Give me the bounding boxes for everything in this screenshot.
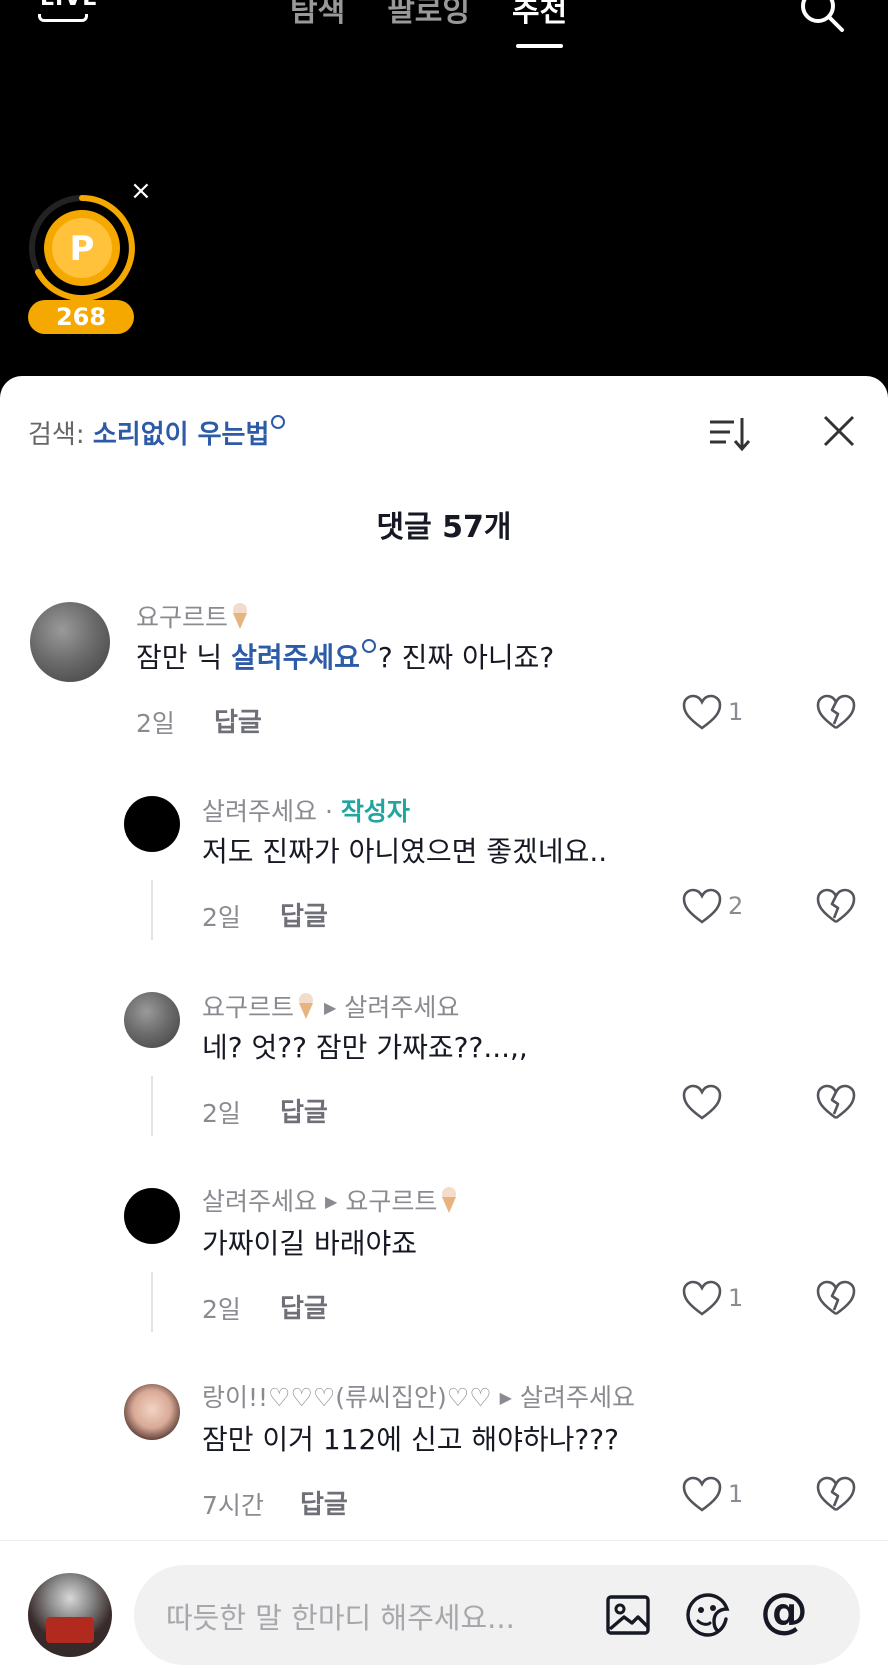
mention-icon[interactable]: @ [760,1581,812,1639]
coin-reward-widget[interactable]: × P 268 [26,178,156,358]
like-count: 2 [728,892,744,920]
sort-icon[interactable] [708,414,752,454]
comment-time: 2일 [202,903,241,932]
thread-line [151,1272,153,1332]
related-search-keyword[interactable]: 소리없이 우는법 [93,420,270,450]
username-text: 살려주세요 [202,1187,318,1216]
heart-icon[interactable] [682,1476,722,1514]
reply-to-username[interactable]: 살려주세요 [344,993,459,1022]
username-separator: · [317,797,341,826]
comment-text: 잠만 닉 살려주세요 ? 진짜 아니죠? [136,636,554,676]
broken-heart-icon[interactable] [816,1280,856,1318]
broken-heart-icon[interactable] [816,694,856,732]
live-tv-frame [38,14,88,22]
reply-to-username[interactable]: 요구르트 [345,1187,437,1216]
tab-explore[interactable]: 탐색 [290,0,345,30]
comment-text: 저도 진짜가 아니였으면 좋겠네요.. [202,835,608,868]
tab-following[interactable]: 팔로잉 [387,0,470,30]
reply-button[interactable]: 답글 [280,1092,328,1129]
reply-to-username[interactable]: 살려주세요 [520,1383,635,1412]
reply-arrow-icon: ▶ [325,1192,338,1211]
username-text: 살려주세요 [202,797,318,826]
username-text: 요구르트 [202,993,295,1022]
comment-count-title: 댓글 57개 [376,510,512,545]
ice-cream-icon [233,603,248,629]
avatar[interactable] [124,1188,180,1244]
comment-time: 7시간 [202,1491,264,1520]
heart-icon[interactable] [682,694,722,732]
live-icon[interactable]: LIVE [36,0,97,30]
avatar-detail [46,1617,94,1643]
heart-icon[interactable] [682,888,722,926]
reply-arrow-icon: ▶ [499,1388,512,1407]
tab-for-you[interactable]: 추천 [512,0,567,48]
heart-icon[interactable] [682,1280,722,1318]
broken-heart-icon[interactable] [816,888,856,926]
comment-text-part: 잠만 닉 [136,641,232,674]
comment-input-placeholder: 따듯한 말 한마디 해주세요... [166,1601,515,1635]
emoji-icon[interactable] [682,1589,734,1641]
reply-button[interactable]: 답글 [214,702,262,739]
top-bar: LIVE 탐색 팔로잉 추천 [0,0,888,60]
like-count: 1 [728,698,744,726]
ice-cream-icon [299,993,314,1019]
comment-time: 2일 [202,1099,241,1128]
comment-text: 네? 엇?? 잠만 가짜죠??...,, [202,1031,528,1064]
comment-keyword-link[interactable]: 살려주세요 [231,641,360,674]
comment-time: 2일 [202,1295,241,1324]
coin-count-badge: 268 [28,300,134,334]
heart-icon[interactable] [682,1084,722,1122]
avatar[interactable] [124,796,180,852]
comment-input-bar: 따듯한 말 한마디 해주세요... @ [0,1540,888,1668]
comment-username[interactable]: 랑이!!♡♡♡(류씨집안)♡♡ ▶ 살려주세요 [202,1378,635,1414]
comment-input[interactable]: 따듯한 말 한마디 해주세요... @ [134,1565,860,1665]
reply-arrow-icon: ▶ [324,998,337,1017]
search-mini-icon [361,639,376,653]
author-badge: 작성자 [340,797,410,826]
comment-username[interactable]: 살려주세요 · 작성자 [202,792,410,828]
comment-username[interactable]: 요구르트 [136,598,250,634]
coin-letter: P [70,229,95,269]
comment-username[interactable]: 살려주세요 ▶ 요구르트 [202,1182,459,1218]
live-label: LIVE [40,0,98,11]
comment-username[interactable]: 요구르트 ▶ 살려주세요 [202,988,459,1024]
search-icon[interactable] [798,0,846,34]
thread-line [151,1076,153,1136]
thread-line [151,880,153,940]
image-icon[interactable] [602,1589,654,1641]
reply-button[interactable]: 답글 [300,1484,348,1521]
avatar[interactable] [30,602,110,682]
search-mini-icon [271,415,286,429]
comment-text: 가짜이길 바래야죠 [202,1227,417,1260]
broken-heart-icon[interactable] [816,1476,856,1514]
ice-cream-icon [442,1187,457,1213]
my-avatar[interactable] [28,1573,112,1657]
coin-progress-icon: P [29,195,135,301]
broken-heart-icon[interactable] [816,1084,856,1122]
top-tabs: 탐색 팔로잉 추천 [290,0,567,48]
reply-button[interactable]: 답글 [280,896,328,933]
comment-text: 잠만 이거 112에 신고 해야하나??? [202,1423,619,1456]
related-search-label: 검색: [28,420,93,450]
comment-text-part: ? 진짜 아니죠? [377,641,555,674]
reply-button[interactable]: 답글 [280,1288,328,1325]
close-icon[interactable] [820,412,858,450]
username-text: 랑이!!♡♡♡(류씨집안)♡♡ [202,1383,492,1412]
like-count: 1 [728,1284,744,1312]
comment-sheet: 검색: 소리없이 우는법 댓글 57개 요구르트 잠만 닉 살려주세요 ? 진짜 … [0,376,888,1668]
comment-time: 2일 [136,709,175,738]
avatar[interactable] [124,992,180,1048]
like-count: 1 [728,1480,744,1508]
related-search[interactable]: 검색: 소리없이 우는법 [28,414,286,451]
avatar[interactable] [124,1384,180,1440]
username-text: 요구르트 [136,603,229,632]
